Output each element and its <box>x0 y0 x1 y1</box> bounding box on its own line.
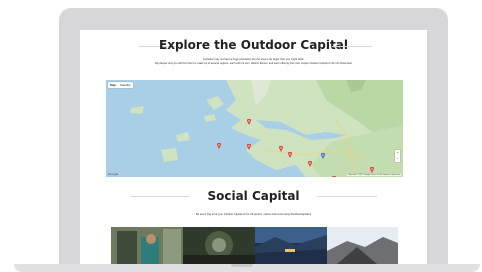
region-map[interactable]: Map Satellite + − Google Map data ©2017 … <box>106 80 403 177</box>
tab-map[interactable]: Map <box>108 82 118 88</box>
laptop-notch <box>231 264 253 267</box>
map-attribution[interactable]: Map data ©2017 Google Terms of Use Repor… <box>347 174 401 176</box>
map-marker-icon[interactable] <box>247 119 251 125</box>
map-terrain <box>130 80 403 177</box>
map-marker-icon[interactable] <box>332 176 336 177</box>
map-marker-icon[interactable] <box>308 161 312 167</box>
map-marker-icon[interactable] <box>247 144 251 150</box>
zoom-control: + − <box>395 150 400 162</box>
social-photo-grid <box>111 227 398 264</box>
map-logo: Google <box>108 172 119 176</box>
social-photo[interactable] <box>327 227 398 264</box>
laptop-screen: Explore the Outdoor Capital Lochaber may… <box>80 30 427 264</box>
map-marker-icon[interactable] <box>288 152 292 158</box>
map-marker-icon[interactable] <box>370 167 374 173</box>
social-photo[interactable] <box>255 227 327 264</box>
social-rule-right <box>317 196 377 197</box>
social-photo[interactable] <box>111 227 183 264</box>
map-marker-icon[interactable] <box>279 146 283 152</box>
title-rule-right <box>332 46 372 47</box>
map-type-tabs: Map Satellite <box>108 82 133 88</box>
map-marker-icon[interactable] <box>321 153 325 159</box>
zoom-out-button[interactable]: − <box>395 156 400 162</box>
explore-heading: Explore the Outdoor Capital <box>159 38 348 52</box>
social-intro: Be seen! Tag all of your Outdoor Capital… <box>195 213 311 216</box>
social-photo[interactable] <box>183 227 255 264</box>
map-marker-icon[interactable] <box>217 143 221 149</box>
explore-intro-line2: Dig deeper and you will find that it is … <box>154 62 353 65</box>
tab-satellite[interactable]: Satellite <box>118 82 133 88</box>
